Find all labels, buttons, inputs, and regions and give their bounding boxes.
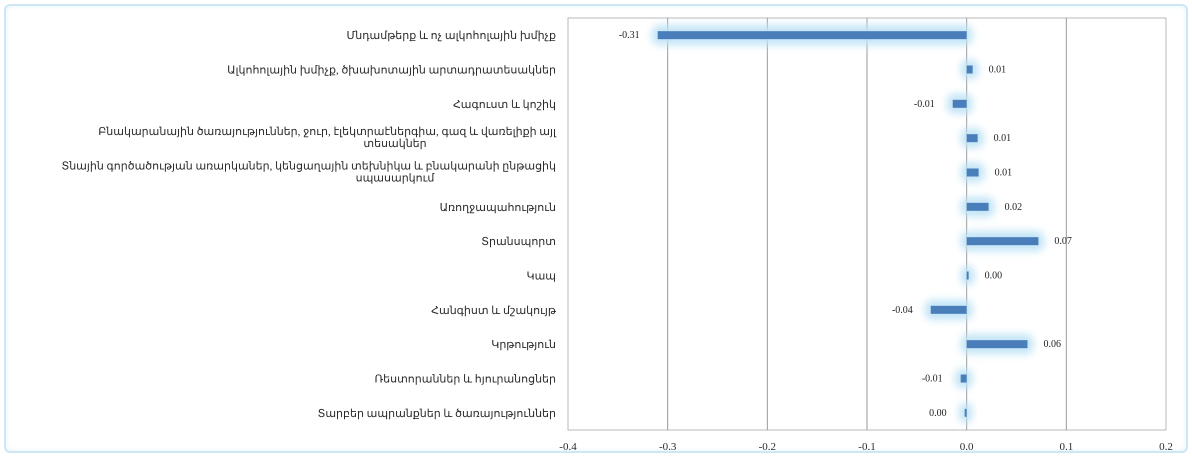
category-label: Տարբեր ապրանքներ և ծառայություններ [318,408,556,420]
data-label: 0.07 [1054,236,1072,247]
x-tick-label: 0.2 [1159,441,1173,453]
bar-chart: Մնդամթերք և ոչ ալկոհոլային խմիչք Ալկոհոլա… [61,17,1173,453]
category-label: Կրթություն [491,339,556,351]
data-label: 0.00 [929,408,947,419]
x-tick-labels: -0.4 -0.3 -0.2 -0.1 0.0 0.1 0.2 [559,441,1173,453]
data-label: 0.00 [985,271,1003,282]
x-tick-label: -0.3 [659,441,677,453]
category-label: Ռեստորաններ և հյուրանոցներ [374,374,556,386]
category-label: Հանգիստ և մշակույթ [431,305,557,317]
data-label: 0.01 [995,168,1013,179]
category-label: Բնակարանային ծառայություններ, ջուր, էլեկ… [98,126,557,150]
category-label: Ալկոհոլային խմիչք, ծխախոտային արտադրատես… [227,65,556,77]
bar [966,271,969,280]
data-label: -0.01 [914,99,935,110]
bar [966,168,979,177]
category-label: Տնային գործածության առարկաներ, կենցաղայի… [61,161,556,185]
x-tick-label: -0.1 [858,441,875,453]
category-label: Առողջապահություն [440,202,556,214]
bar [952,99,967,108]
bar [966,65,973,74]
bar [966,134,978,143]
data-label: -0.01 [922,374,943,385]
bar [657,31,967,40]
data-label: 0.06 [1043,339,1061,350]
x-tick-label: -0.4 [559,441,577,453]
data-label: -0.04 [892,305,913,316]
category-label: Կապ [527,271,556,283]
x-tick-label: 0.1 [1059,441,1073,453]
data-label: -0.31 [619,30,640,41]
category-label: Հագուստ և կոշիկ [453,99,556,111]
bar [960,374,967,383]
x-tick-label: 0.0 [960,441,974,453]
bar [966,202,989,211]
bar [930,305,967,314]
bar [966,237,1039,246]
bar [966,340,1028,349]
data-label: 0.02 [1005,202,1023,213]
data-label: 0.01 [994,133,1012,144]
x-tick-label: -0.2 [759,441,776,453]
category-labels: Մնդամթերք և ոչ ալկոհոլային խմիչք Ալկոհոլա… [61,30,557,420]
category-label: Մնդամթերք և ոչ ալկոհոլային խմիչք [347,30,556,42]
category-label: Տրանսպորտ [481,236,556,248]
data-label: 0.01 [989,65,1007,76]
bar [964,408,967,417]
